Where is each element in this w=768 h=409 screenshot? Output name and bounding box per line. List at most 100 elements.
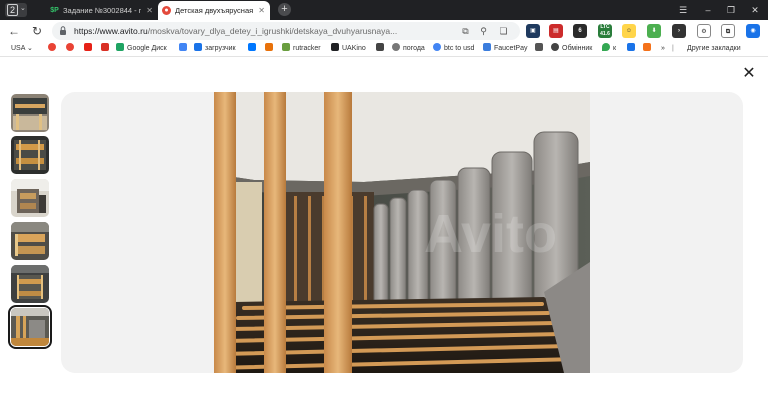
bookmark-weather[interactable]: погода bbox=[392, 42, 425, 56]
address-bar-row: ← ↻ https://www.avito.ru/moskva/tovary_d… bbox=[0, 20, 768, 42]
extension-icon[interactable]: ▣ bbox=[526, 24, 540, 38]
bookmark-label: к bbox=[613, 45, 617, 52]
gmail-icon bbox=[101, 43, 109, 51]
thumbnail-image bbox=[11, 222, 49, 260]
maximize-icon[interactable]: ❐ bbox=[720, 2, 742, 18]
bookmark-label: загрузчик bbox=[205, 45, 236, 52]
ltc-label: LTC bbox=[600, 24, 610, 30]
tab-task[interactable]: $P Задание №3002844 - про ✕ bbox=[46, 1, 158, 20]
bookmark-item[interactable] bbox=[66, 42, 77, 56]
extension-icon[interactable]: ▤ bbox=[549, 24, 563, 38]
bookmark-label: USA bbox=[11, 45, 26, 52]
maps-icon bbox=[602, 43, 610, 51]
main-photo[interactable]: Avito bbox=[214, 92, 590, 373]
menu-icon[interactable]: ☰ bbox=[672, 2, 694, 18]
url-path: /moskva/tovary_dlya_detey_i_igrushki/det… bbox=[147, 26, 398, 36]
tab-avito-active[interactable]: ● Детская двухъярусная к ✕ bbox=[158, 1, 270, 20]
translate-icon[interactable]: ⚲ bbox=[478, 26, 489, 37]
close-tab-icon[interactable]: ✕ bbox=[258, 1, 265, 20]
bookmark-icon bbox=[194, 43, 202, 51]
extension-icon[interactable]: ⚙ bbox=[697, 24, 711, 38]
bookmark-icon bbox=[483, 43, 491, 51]
tab-favicon: $P bbox=[50, 6, 59, 15]
tab-favicon: ● bbox=[162, 6, 171, 15]
bookmark-icon bbox=[551, 43, 559, 51]
bookmark-icon bbox=[66, 43, 74, 51]
tab-title: Детская двухъярусная к bbox=[175, 6, 253, 15]
more-bookmarks-button[interactable]: » bbox=[661, 42, 665, 56]
bookmark-label: UAKino bbox=[342, 45, 366, 52]
bookmark-k[interactable]: к bbox=[602, 42, 616, 56]
gallery-thumbnail[interactable] bbox=[11, 94, 49, 132]
tab-title: Задание №3002844 - про bbox=[63, 6, 141, 15]
bookmark-item[interactable] bbox=[179, 42, 190, 56]
bookmark-item[interactable] bbox=[627, 42, 638, 56]
url-text: https://www.avito.ru/moskva/tovary_dlya_… bbox=[74, 22, 454, 40]
tab-counter-button[interactable]: 2 ⌄ bbox=[5, 3, 27, 17]
profile-avatar[interactable]: ◉ bbox=[746, 24, 760, 38]
youtube-icon bbox=[84, 43, 92, 51]
bookmark-item[interactable] bbox=[84, 42, 95, 56]
google-icon bbox=[433, 43, 441, 51]
extension-icon[interactable]: ☺ bbox=[622, 24, 636, 38]
ltc-price-icon[interactable]: LTC 41.6 bbox=[598, 24, 612, 38]
thumbnail-image bbox=[11, 136, 49, 174]
gallery-thumbnail[interactable] bbox=[11, 222, 49, 260]
gallery-stage: Avito bbox=[61, 92, 743, 373]
chevron-down-icon: ⌄ bbox=[20, 5, 26, 12]
extension-icon[interactable]: ⧉ bbox=[721, 24, 735, 38]
gallery-thumbnail-active[interactable] bbox=[8, 305, 52, 349]
bookmark-icon bbox=[331, 43, 339, 51]
bookmark-folder-usa[interactable]: USA ⌄ bbox=[11, 42, 33, 56]
new-tab-button[interactable]: + bbox=[278, 3, 291, 16]
translate-icon bbox=[179, 43, 187, 51]
close-gallery-button[interactable]: ✕ bbox=[742, 66, 756, 82]
bookmark-uakino[interactable]: UAKino bbox=[331, 42, 366, 56]
back-arrow-icon[interactable]: ← bbox=[6, 23, 22, 39]
ltc-price: 41.6 bbox=[600, 31, 610, 37]
bookmark-label: FaucetPay bbox=[494, 45, 528, 52]
drive-icon bbox=[116, 43, 124, 51]
bookmark-icon bbox=[265, 43, 273, 51]
bookmarks-bar: USA ⌄ Google Диск загрузчик rutracker UA… bbox=[0, 42, 768, 57]
extension-icon[interactable]: › bbox=[672, 24, 686, 38]
gallery-thumbnail[interactable] bbox=[11, 179, 49, 217]
bookmark-faucetpay[interactable]: FaucetPay bbox=[483, 42, 527, 56]
bookmark-item[interactable] bbox=[376, 42, 387, 56]
lock-icon bbox=[60, 26, 66, 35]
bookmark-item[interactable] bbox=[643, 42, 654, 56]
bookmark-exchange[interactable]: Обмінник bbox=[551, 42, 592, 56]
bookmark-google-drive[interactable]: Google Диск bbox=[116, 42, 167, 56]
bookmark-icon bbox=[392, 43, 400, 51]
gallery-thumbnail[interactable] bbox=[11, 136, 49, 174]
bookmark-item[interactable] bbox=[48, 42, 59, 56]
bookmark-rutracker[interactable]: rutracker bbox=[282, 42, 321, 56]
bookmark-btc-to-usd[interactable]: btc to usd bbox=[433, 42, 474, 56]
reload-icon[interactable]: ↻ bbox=[29, 23, 45, 39]
bookmark-separator: | bbox=[672, 45, 674, 52]
close-tab-icon[interactable]: ✕ bbox=[146, 1, 153, 20]
bookmark-label: btc to usd bbox=[444, 45, 475, 52]
gallery-thumbnail[interactable] bbox=[11, 265, 49, 303]
url-field[interactable]: https://www.avito.ru/moskva/tovary_dlya_… bbox=[52, 22, 520, 40]
bookmark-item[interactable] bbox=[101, 42, 112, 56]
bookmark-item[interactable] bbox=[248, 42, 259, 56]
bookmark-item[interactable] bbox=[265, 42, 276, 56]
bookmark-icon[interactable]: ❏ bbox=[498, 26, 509, 37]
bookmark-icon bbox=[282, 43, 290, 51]
thumbnail-image bbox=[11, 94, 49, 132]
bookmark-label: Другие закладки bbox=[687, 45, 741, 52]
vk-icon bbox=[248, 43, 256, 51]
thumbnail-image bbox=[11, 308, 49, 346]
bookmark-item[interactable] bbox=[535, 42, 546, 56]
extension-badge-icon[interactable]: 6 bbox=[573, 24, 587, 38]
thumbnail-image bbox=[11, 265, 49, 303]
minimize-icon[interactable]: – bbox=[697, 2, 719, 18]
copy-link-icon[interactable]: ⧉ bbox=[460, 26, 471, 37]
close-window-icon[interactable]: ✕ bbox=[744, 2, 766, 18]
other-bookmarks-folder[interactable]: Другие закладки bbox=[687, 42, 741, 56]
watermark: Avito bbox=[424, 204, 557, 264]
bookmark-downloader[interactable]: загрузчик bbox=[194, 42, 236, 56]
download-icon[interactable]: ⬇ bbox=[647, 24, 661, 38]
bookmark-icon bbox=[376, 43, 384, 51]
